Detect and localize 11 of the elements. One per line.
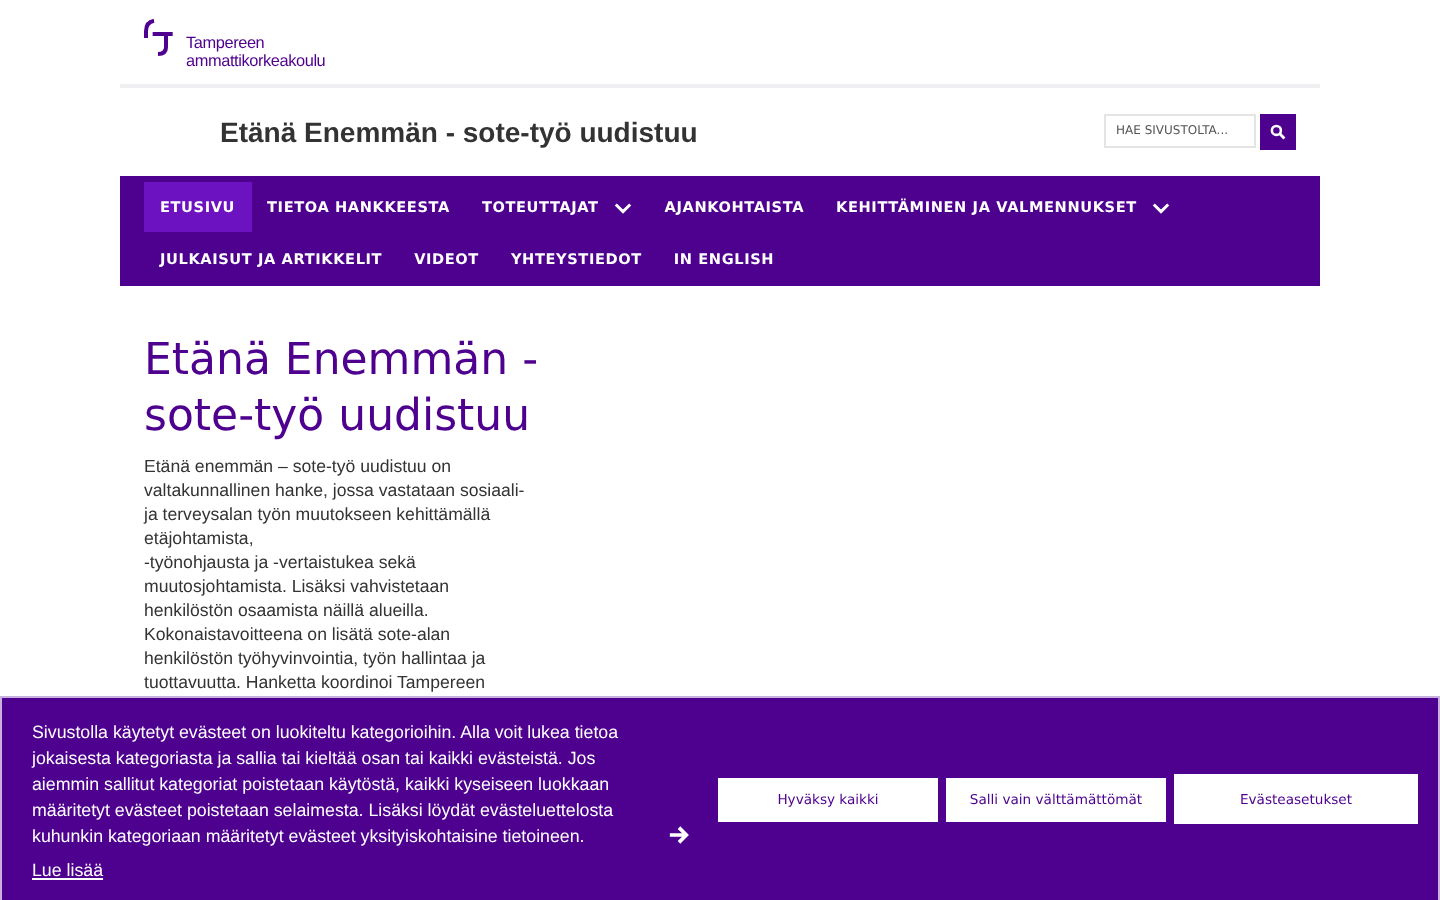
cookie-notice: Sivustolla käytetyt evästeet on luokiteltu kategorioihin. Alla voit lukea tietoa jokaisesta kategoriasta ja sallia tai kieltää osan tai kaikki evästeistä. Jos aiemmin sallitut kategoriat poistetaan käytöstä, kaikki kyseiseen luokkaan määritetyt evästeet poistetaan selaimesta. Lisäksi löydät evästeluettelosta kuhunkin kategoriaan määritetyt evästeet yksityiskohtaisine tietoineen. [32, 720, 621, 850]
arrow-right-icon [668, 824, 690, 846]
chevron-down-icon[interactable] [614, 201, 633, 213]
search-icon[interactable] [1270, 124, 1286, 140]
logo[interactable]: Tampereen ammattikorkeakoulu [142, 14, 326, 70]
intro-paragraph: Etänä enemmän – sote-työ uudistuu on valtakunnallinen hanke, jossa vastataan sosiaali- ja terveysalan työn muutokseen kehittämällä etäjohtamista, -työnohjausta ja -vertaistukea sekä muutosjohtamista. Lisäksi vahvistetaan henkilöstön osaamista näillä alueilla. Kokonaistavoitteena on lisätä sote-alan henkilöstön työhyvinvointia, työn hallintaa ja tuottavuutta. Hanketta koordinoi Tampereen [144, 454, 527, 694]
site-title: Etänä Enemmän - sote-työ uudistuu [220, 116, 698, 148]
chevron-down-icon[interactable] [1152, 201, 1171, 213]
page-heading: Etänä Enemmän - sote-työ uudistuu [144, 334, 541, 446]
read-more-link[interactable]: Lue lisää [32, 860, 104, 880]
search-button[interactable] [1260, 114, 1296, 150]
